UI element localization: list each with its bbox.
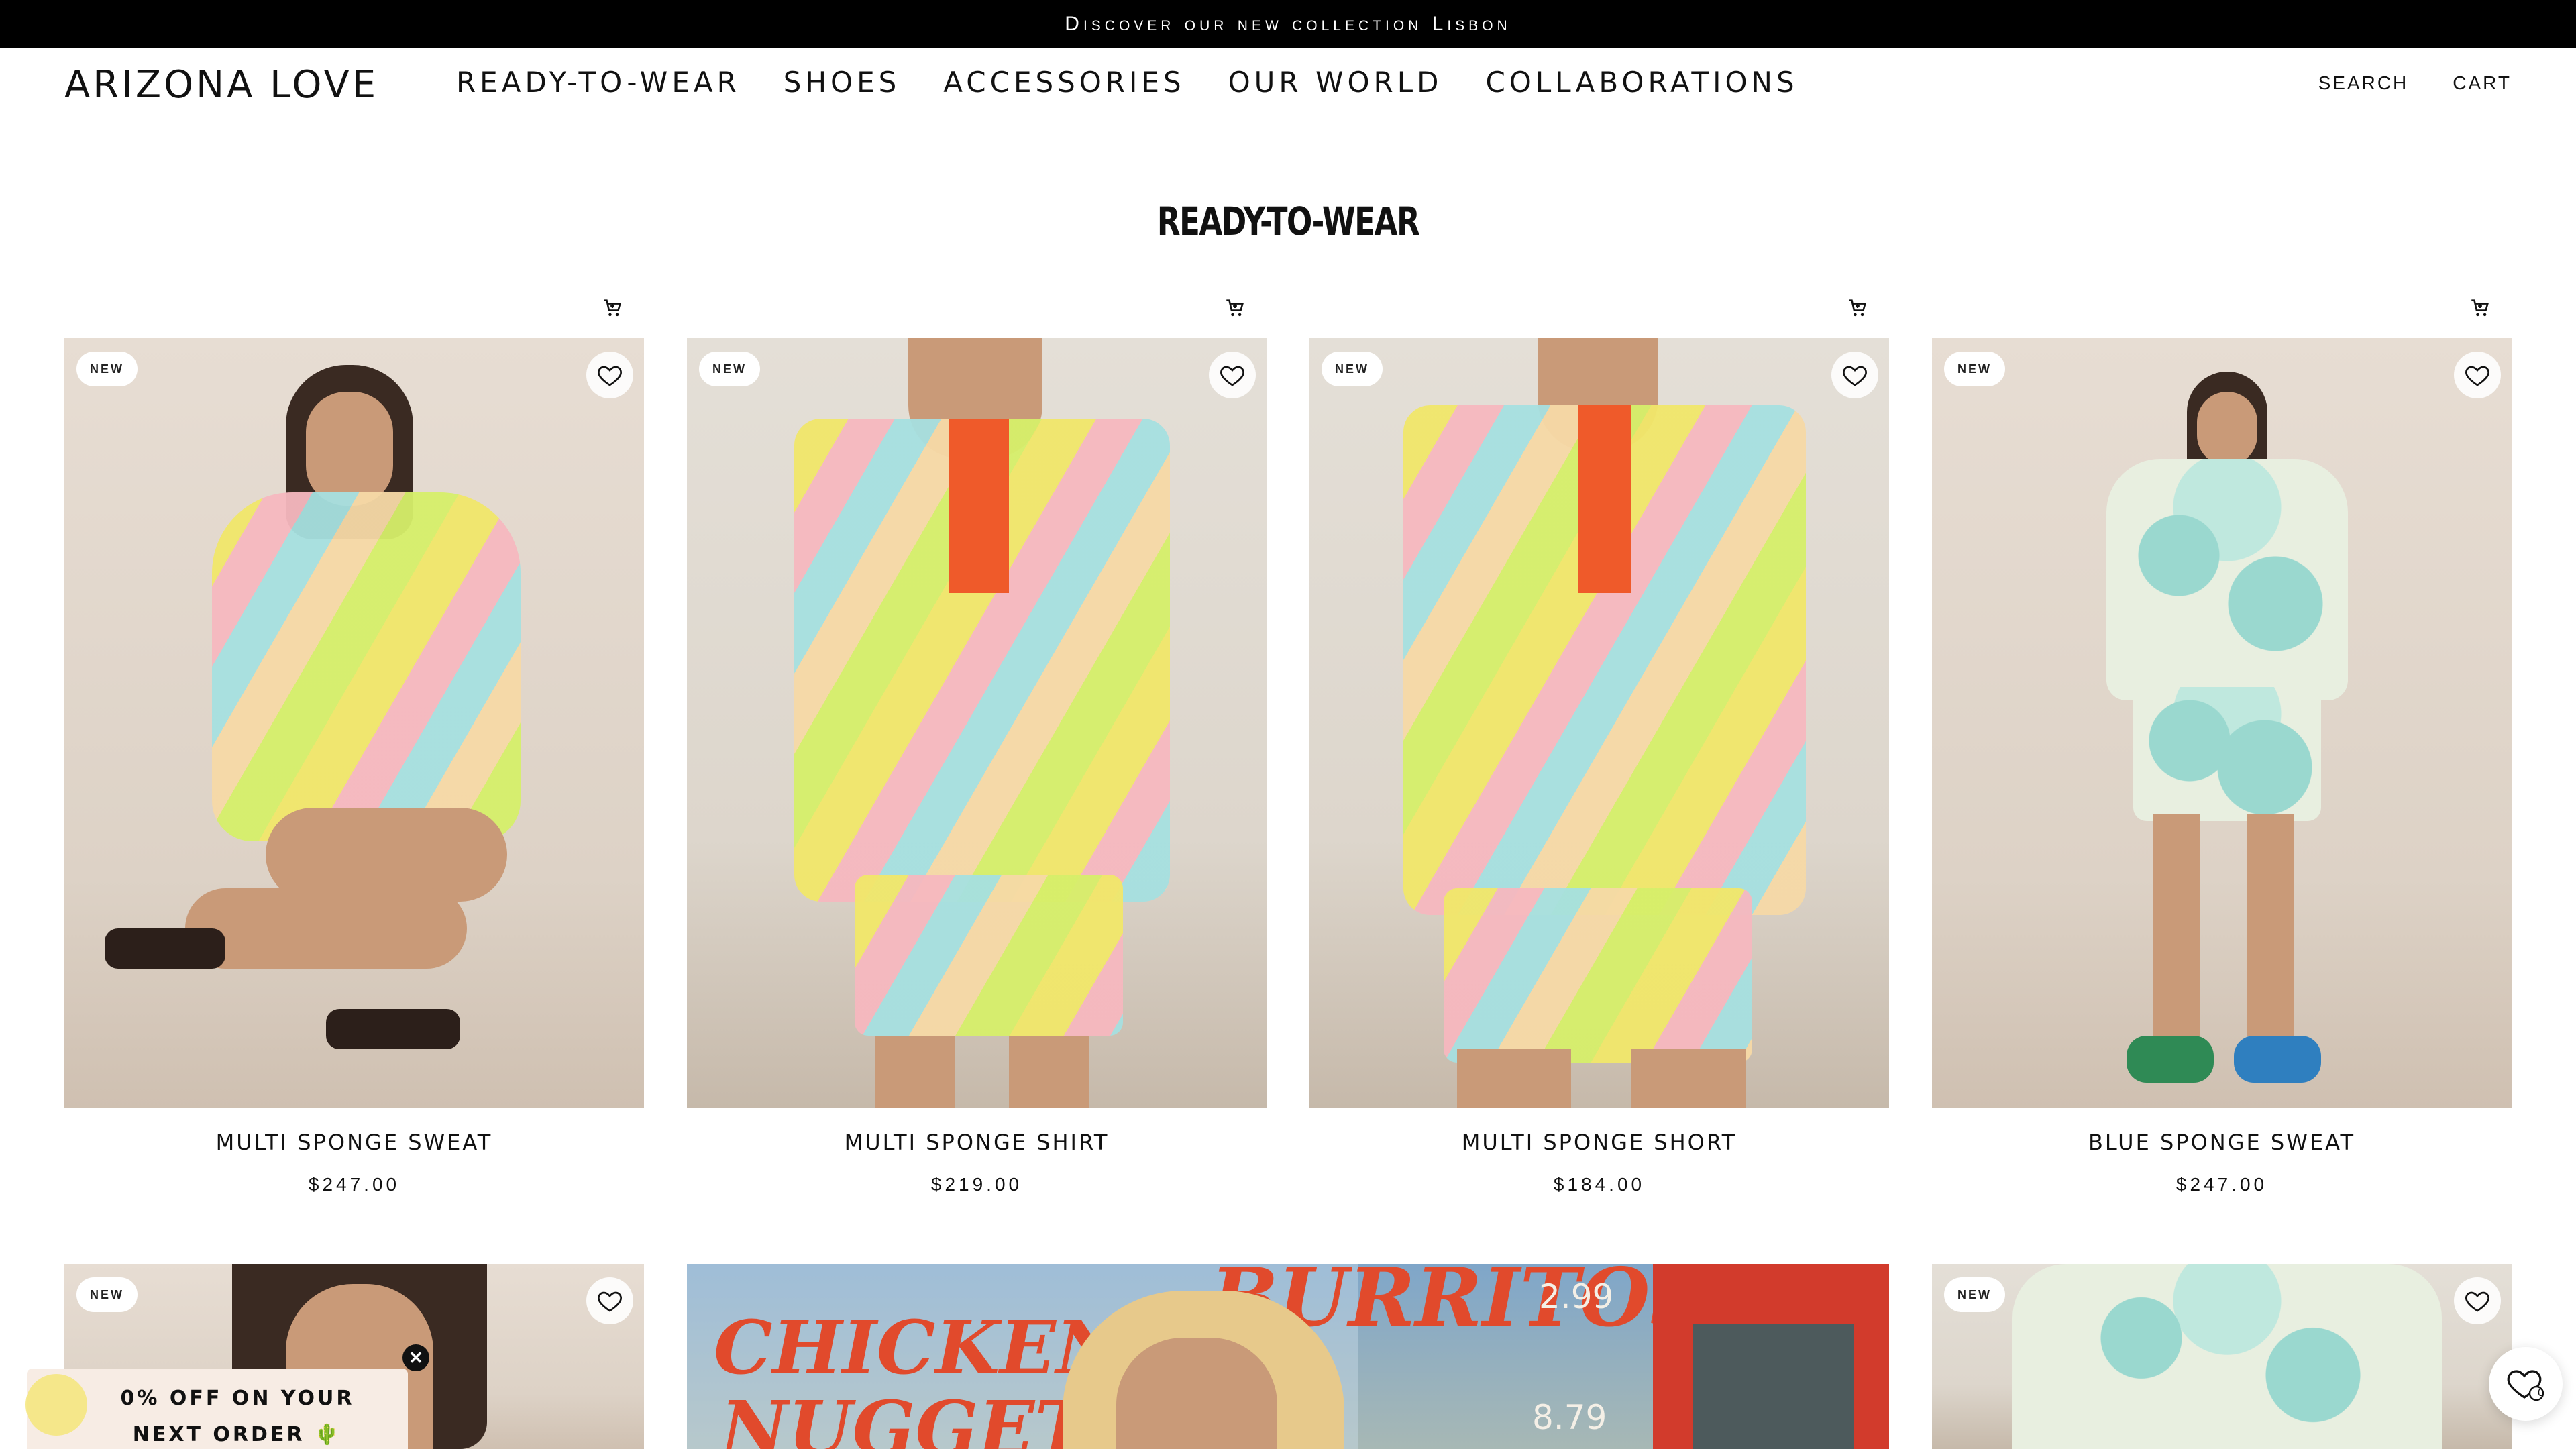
- banner-sign-chicken: CHICKEN: [714, 1304, 1124, 1391]
- discount-badge-icon[interactable]: [25, 1374, 87, 1436]
- heart-icon[interactable]: [1831, 352, 1878, 398]
- banner-price-2: 8.79: [1532, 1398, 1607, 1437]
- campaign-banner[interactable]: CHICKEN NUGGETS BURRITOS 2.99 8.79: [687, 1264, 1889, 1449]
- nav-shoes[interactable]: SHOES: [784, 66, 901, 99]
- nav-ready-to-wear[interactable]: READY-TO-WEAR: [456, 66, 741, 99]
- header-utilities: SEARCH CART: [2318, 72, 2512, 94]
- heart-icon[interactable]: [2454, 1277, 2501, 1324]
- product-price: $247.00: [308, 1174, 400, 1195]
- cart-icon[interactable]: [1214, 287, 1256, 329]
- brand-logo[interactable]: ARIZONA LOVE: [64, 63, 378, 107]
- product-name[interactable]: MULTI SPONGE SHIRT: [687, 1130, 1267, 1155]
- main-nav: READY-TO-WEAR SHOES ACCESSORIES OUR WORL…: [456, 66, 1799, 99]
- nav-collaborations[interactable]: COLLABORATIONS: [1485, 66, 1798, 99]
- page-title: READY-TO-WEAR: [1157, 199, 1420, 244]
- new-badge: NEW: [1944, 352, 2005, 386]
- new-badge: NEW: [699, 352, 760, 386]
- product-price: $247.00: [2176, 1174, 2268, 1195]
- site-header: ARIZONA LOVE READY-TO-WEAR SHOES ACCESSO…: [0, 48, 2576, 118]
- nav-accessories[interactable]: ACCESSORIES: [943, 66, 1185, 99]
- new-badge: NEW: [76, 1277, 138, 1312]
- announcement-text[interactable]: Discover our new collection Lisbon: [1065, 13, 1511, 36]
- search-link[interactable]: SEARCH: [2318, 72, 2409, 94]
- product-image[interactable]: [1309, 338, 1889, 1108]
- new-badge: NEW: [1944, 1277, 2005, 1312]
- wishlist-count: 0: [2538, 1387, 2544, 1399]
- product-price: $219.00: [930, 1174, 1023, 1195]
- heart-icon[interactable]: [586, 352, 633, 398]
- product-image[interactable]: [1932, 338, 2512, 1108]
- cart-icon[interactable]: [592, 287, 633, 329]
- cart-icon[interactable]: [1837, 287, 1878, 329]
- new-badge: NEW: [76, 352, 138, 386]
- new-badge: NEW: [1322, 352, 1383, 386]
- product-name[interactable]: MULTI SPONGE SWEAT: [64, 1130, 644, 1155]
- heart-icon[interactable]: [1209, 352, 1256, 398]
- heart-icon[interactable]: [2454, 352, 2501, 398]
- wishlist-button[interactable]: 0: [2489, 1347, 2563, 1421]
- product-name[interactable]: BLUE SPONGE SWEAT: [1932, 1130, 2512, 1155]
- announcement-bar[interactable]: Discover our new collection Lisbon: [0, 0, 2576, 48]
- cart-link[interactable]: CART: [2453, 72, 2512, 94]
- product-price: $184.00: [1553, 1174, 1646, 1195]
- close-icon[interactable]: ✕: [402, 1344, 429, 1371]
- product-image[interactable]: [687, 338, 1267, 1108]
- heart-icon[interactable]: [586, 1277, 633, 1324]
- product-card[interactable]: NEW: [1932, 1264, 2512, 1449]
- product-image[interactable]: [64, 338, 644, 1108]
- cart-icon[interactable]: [2459, 287, 2501, 329]
- product-name[interactable]: MULTI SPONGE SHORT: [1309, 1130, 1889, 1155]
- banner-price-1: 2.99: [1539, 1277, 1614, 1316]
- promo-text[interactable]: 0% OFF ON YOUR NEXT ORDER 🌵: [80, 1381, 394, 1449]
- nav-our-world[interactable]: OUR WORLD: [1228, 66, 1443, 99]
